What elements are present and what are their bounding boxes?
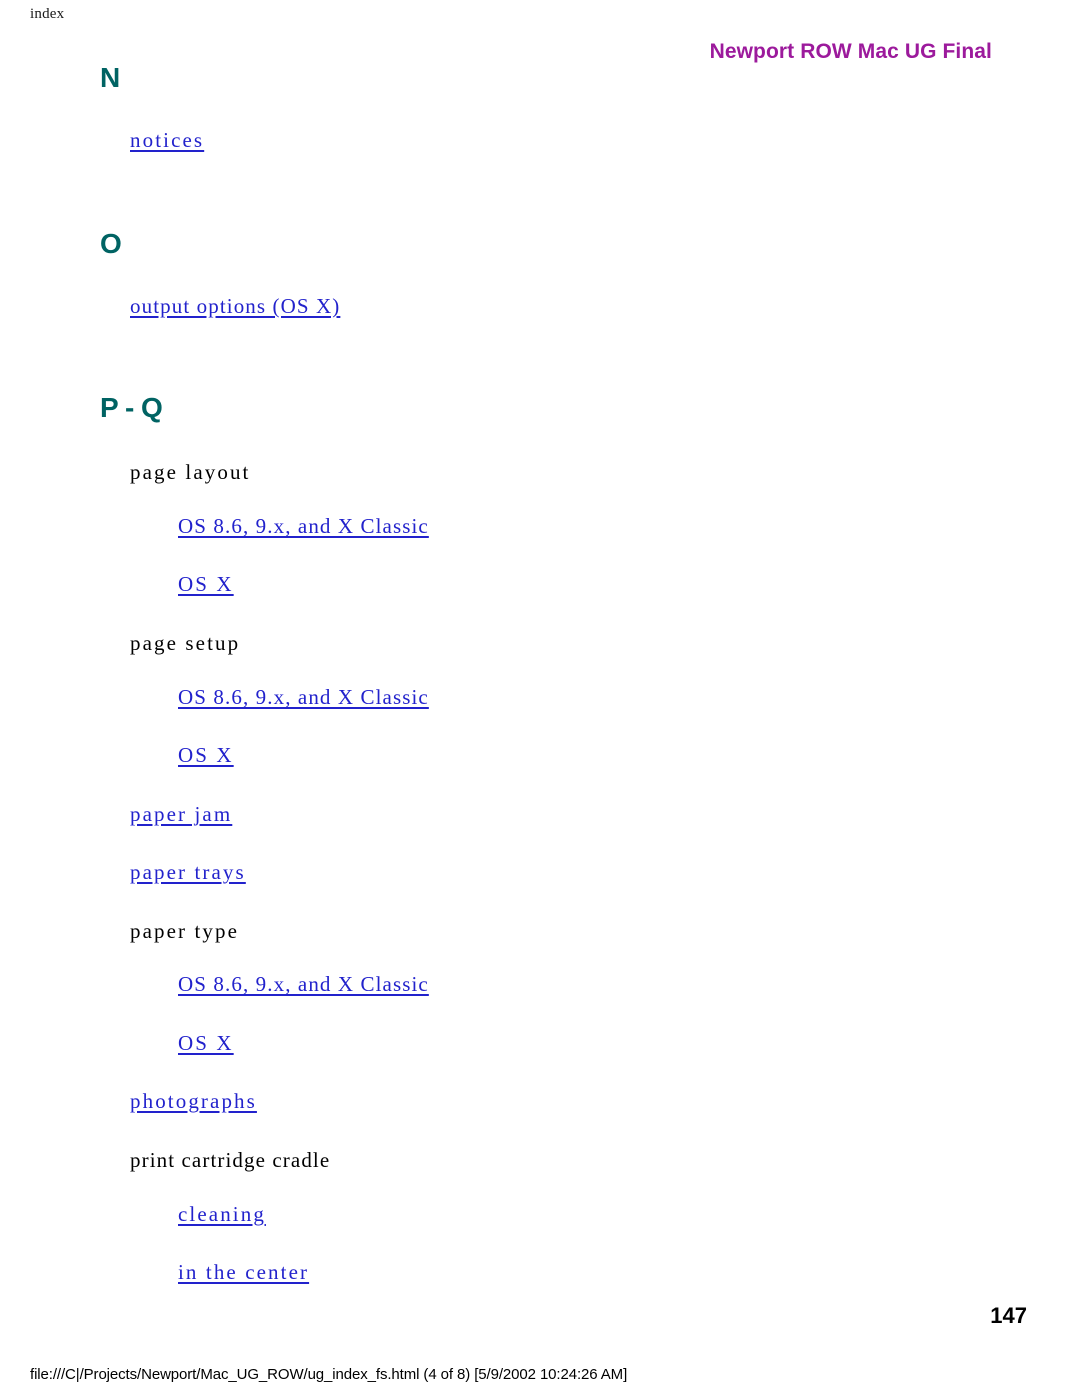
index-entry-link[interactable]: photographs [130, 1091, 257, 1112]
index-entry-link[interactable]: OS X [178, 1033, 234, 1054]
index-letter-heading: P - Q [100, 392, 163, 423]
index-entry-link[interactable]: OS 8.6, 9.x, and X Classic [178, 974, 429, 995]
index-entry-link[interactable]: notices [130, 130, 204, 151]
index-entry-label: paper type [130, 919, 240, 943]
page-number: 147 [990, 1303, 1027, 1328]
index-entry-link[interactable]: OS 8.6, 9.x, and X Classic [178, 516, 429, 537]
index-entry-label: print cartridge cradle [130, 1148, 331, 1172]
footer-file-path: file:///C|/Projects/Newport/Mac_UG_ROW/u… [30, 1366, 628, 1383]
index-entry-link[interactable]: OS 8.6, 9.x, and X Classic [178, 687, 429, 708]
index-entry-label: page setup [130, 631, 241, 655]
index-entry-link[interactable]: output options (OS X) [130, 296, 340, 317]
index-entry-link[interactable]: cleaning [178, 1204, 266, 1225]
index-entry-link[interactable]: paper trays [130, 862, 246, 883]
index-entry-link[interactable]: paper jam [130, 804, 232, 825]
index-entry-link[interactable]: OS X [178, 574, 234, 595]
document-title: Newport ROW Mac UG Final [709, 40, 992, 63]
running-head-page-tag: index [30, 6, 65, 22]
index-letter-heading: O [100, 228, 122, 259]
index-entry-link[interactable]: in the center [178, 1262, 309, 1283]
index-entry-link[interactable]: OS X [178, 745, 234, 766]
index-entry-label: page layout [130, 460, 251, 484]
index-letter-heading: N [100, 62, 120, 93]
